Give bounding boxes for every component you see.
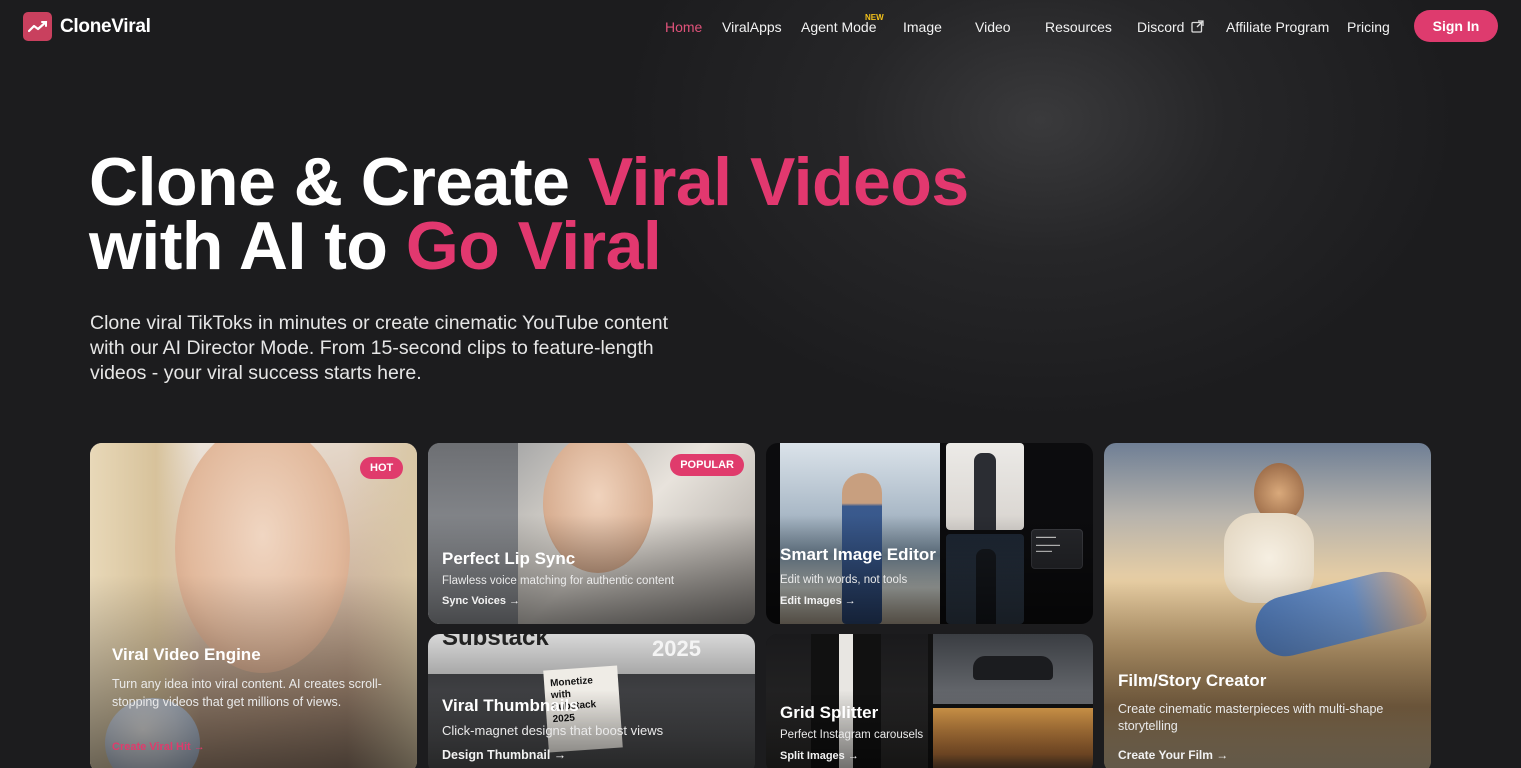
card-title: Viral Thumbnails bbox=[442, 696, 579, 715]
external-link-icon bbox=[1191, 20, 1204, 38]
car-shape-image bbox=[973, 656, 1053, 680]
card-link[interactable]: Create Viral Hit → bbox=[112, 741, 205, 753]
nav-pricing[interactable]: Pricing bbox=[1347, 19, 1390, 35]
card-viral-thumbnails[interactable]: Substack 2025 Monetize with Substack 202… bbox=[428, 634, 755, 768]
top-nav: CloneViral Home ViralApps Agent Mode NEW… bbox=[0, 0, 1521, 54]
hero-subtitle: Clone viral TikToks in minutes or create… bbox=[90, 312, 669, 384]
nav-discord[interactable]: Discord bbox=[1137, 19, 1184, 35]
card-desc: Create cinematic masterpieces with multi… bbox=[1118, 702, 1384, 733]
nav-video[interactable]: Video bbox=[975, 19, 1011, 35]
card-desc: Click-magnet designs that boost views bbox=[442, 723, 664, 738]
nav-viralapps[interactable]: ViralApps bbox=[722, 19, 782, 35]
card-link[interactable]: Sync Voices → bbox=[442, 595, 520, 607]
card-shade bbox=[766, 515, 1093, 624]
hero-line2-pink: Go Viral bbox=[405, 208, 662, 284]
nav-image[interactable]: Image bbox=[903, 19, 942, 35]
card-link[interactable]: Design Thumbnail → bbox=[442, 748, 566, 762]
card-link[interactable]: Edit Images → bbox=[780, 595, 856, 607]
card-viral-video-engine[interactable]: HOT Viral Video Engine Turn any idea int… bbox=[90, 443, 417, 768]
sign-in-button[interactable]: Sign In bbox=[1414, 10, 1498, 42]
card-link[interactable]: Split Images → bbox=[780, 750, 859, 762]
card-title: Smart Image Editor bbox=[780, 545, 936, 564]
substack-sign-text: Substack bbox=[442, 634, 549, 651]
nav-home[interactable]: Home bbox=[665, 19, 702, 35]
card-shade bbox=[90, 575, 417, 768]
card-film-story-creator[interactable]: Film/Story Creator Create cinematic mast… bbox=[1104, 443, 1431, 768]
new-badge: NEW bbox=[865, 13, 884, 22]
card-perfect-lip-sync[interactable]: POPULAR Perfect Lip Sync Flawless voice … bbox=[428, 443, 755, 624]
card-grid-splitter[interactable]: Grid Splitter Perfect Instagram carousel… bbox=[766, 634, 1093, 768]
hero-line2-white: with AI to bbox=[89, 208, 406, 284]
card-smart-image-editor[interactable]: ▬▬▬▬▬ ▬▬▬▬▬▬ ▬▬▬▬ Smart Image Editor Edi… bbox=[766, 443, 1093, 624]
card-link[interactable]: Create Your Film → bbox=[1118, 748, 1228, 762]
card-shade bbox=[428, 515, 755, 624]
hot-badge: HOT bbox=[360, 457, 404, 479]
card-title: Viral Video Engine bbox=[112, 645, 261, 664]
nav-resources[interactable]: Resources bbox=[1045, 19, 1112, 35]
card-title: Grid Splitter bbox=[780, 703, 879, 722]
year-text: 2025 bbox=[652, 636, 701, 661]
card-desc: Flawless voice matching for authentic co… bbox=[442, 575, 675, 587]
card-desc: Edit with words, not tools bbox=[780, 574, 908, 586]
nav-affiliate[interactable]: Affiliate Program bbox=[1226, 19, 1329, 35]
nav-links: Home ViralApps Agent Mode NEW Image Vide… bbox=[0, 13, 1521, 39]
card-desc: Turn any idea into viral content. AI cre… bbox=[112, 677, 382, 709]
popular-badge: POPULAR bbox=[670, 454, 744, 476]
card-title: Film/Story Creator bbox=[1118, 671, 1267, 690]
card-title: Perfect Lip Sync bbox=[442, 549, 576, 568]
card-desc: Perfect Instagram carousels bbox=[780, 729, 924, 741]
hero-title: Clone & Create Viral Videos with AI to G… bbox=[89, 148, 969, 280]
